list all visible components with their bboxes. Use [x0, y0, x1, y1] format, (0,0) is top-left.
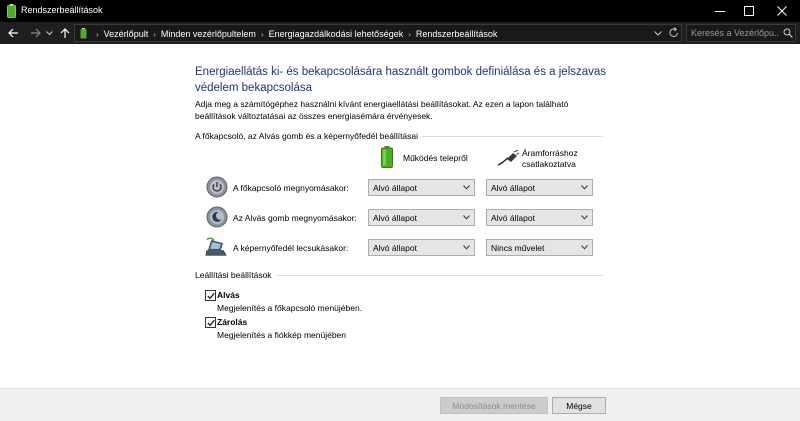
search-input[interactable]	[691, 27, 779, 39]
column-header-plugged-in-line2: csatlakoztatva	[522, 159, 576, 169]
battery-icon	[381, 146, 393, 168]
breadcrumb-item-power-options[interactable]: Energiagazdálkodási lehetőségek	[269, 29, 404, 39]
arrow-up-icon	[60, 27, 70, 38]
sleep-checkbox-label[interactable]: Alvás	[217, 290, 240, 300]
address-bar: › Vezérlőpult › Minden vezérlőpultelem ›…	[0, 22, 800, 44]
chevron-down-icon	[581, 215, 588, 220]
minimize-icon	[715, 11, 725, 12]
chevron-down-icon	[581, 245, 588, 250]
refresh-button[interactable]	[669, 27, 679, 41]
power-button-battery-select[interactable]: Alvó állapot	[368, 179, 475, 196]
breadcrumb-item-all-items[interactable]: Minden vezérlőpultelem	[161, 29, 256, 39]
close-button[interactable]	[766, 0, 798, 22]
lock-checkbox-description: Megjelenítés a fiókkép menüjében	[217, 330, 346, 340]
title-bar: Rendszerbeállítások	[0, 0, 800, 22]
power-button-plugged-select[interactable]: Alvó állapot	[486, 179, 593, 196]
lid-close-plugged-select[interactable]: Nincs művelet	[486, 239, 593, 256]
chevron-down-icon	[581, 185, 588, 190]
minimize-button[interactable]	[704, 0, 736, 22]
select-value: Alvó állapot	[373, 243, 417, 253]
shutdown-group-label: Leállítási beállítások	[195, 270, 276, 280]
page-title: Energiaellátás ki- és bekapcsolására has…	[195, 66, 607, 94]
arrow-right-icon	[30, 28, 41, 38]
laptop-lid-icon	[205, 237, 227, 256]
search-icon	[783, 28, 793, 38]
chevron-down-icon	[463, 215, 470, 220]
breadcrumb-item-system-settings[interactable]: Rendszerbeállítások	[416, 29, 498, 39]
window-title: Rendszerbeállítások	[21, 5, 103, 15]
checkmark-icon	[207, 319, 215, 327]
select-value: Alvó állapot	[491, 213, 535, 223]
sleep-button-icon	[206, 206, 228, 228]
power-button-label: A főkapcsoló megnyomásakor:	[233, 183, 349, 193]
select-value: Alvó állapot	[373, 183, 417, 193]
power-group-label: A főkapcsoló, az Alvás gomb és a képerny…	[195, 131, 423, 141]
recent-locations-button[interactable]	[44, 25, 54, 41]
power-button-icon	[206, 176, 228, 198]
page-description: Adja meg a számítógéphez használni kíván…	[195, 99, 569, 121]
maximize-icon	[744, 6, 754, 16]
arrow-left-icon	[7, 28, 18, 38]
breadcrumb-separator[interactable]: ›	[153, 30, 156, 39]
address-field[interactable]: › Vezérlőpult › Minden vezérlőpultelem ›…	[74, 24, 682, 42]
chevron-down-icon	[463, 185, 470, 190]
breadcrumb-item-control-panel[interactable]: Vezérlőpult	[104, 29, 149, 39]
column-header-plugged-in-line1: Áramforráshoz	[522, 148, 578, 158]
select-value: Alvó állapot	[373, 213, 417, 223]
maximize-button[interactable]	[733, 0, 765, 22]
breadcrumb: › Vezérlőpult › Minden vezérlőpultelem ›…	[91, 29, 497, 39]
chevron-down-icon	[45, 30, 53, 35]
lid-close-label: A képernyőfedél lecsukásakor:	[233, 243, 349, 253]
lock-checkbox-label[interactable]: Zárolás	[217, 317, 247, 327]
forward-button[interactable]	[28, 25, 42, 41]
footer-bar: Módosítások mentése Mégse	[0, 388, 800, 421]
refresh-icon	[669, 27, 678, 37]
column-header-battery: Működés telepről	[403, 153, 468, 163]
address-history-dropdown[interactable]	[654, 29, 662, 38]
sleep-checkbox-description: Megjelenítés a főkapcsoló menüjében.	[217, 303, 363, 313]
power-plug-icon	[497, 150, 519, 166]
search-field[interactable]	[686, 24, 796, 42]
chevron-down-icon	[654, 31, 662, 36]
close-icon	[777, 6, 787, 16]
sleep-button-label: Az Alvás gomb megnyomásakor:	[233, 213, 357, 223]
cancel-button[interactable]: Mégse	[552, 397, 606, 414]
up-button[interactable]	[58, 25, 72, 41]
checkmark-icon	[207, 292, 215, 300]
lock-checkbox[interactable]	[205, 317, 216, 328]
lid-close-battery-select[interactable]: Alvó állapot	[368, 239, 475, 256]
sleep-button-battery-select[interactable]: Alvó állapot	[368, 209, 475, 226]
sleep-button-plugged-select[interactable]: Alvó állapot	[486, 209, 593, 226]
back-button[interactable]	[6, 25, 20, 41]
battery-app-icon	[7, 4, 16, 18]
select-value: Alvó állapot	[491, 183, 535, 193]
save-changes-button[interactable]: Módosítások mentése	[440, 397, 548, 414]
chevron-down-icon	[463, 245, 470, 250]
sleep-checkbox[interactable]	[205, 290, 216, 301]
battery-location-icon	[80, 28, 87, 39]
breadcrumb-separator: ›	[96, 29, 99, 39]
select-value: Nincs művelet	[491, 243, 545, 253]
breadcrumb-separator[interactable]: ›	[408, 30, 411, 39]
breadcrumb-separator[interactable]: ›	[261, 30, 264, 39]
